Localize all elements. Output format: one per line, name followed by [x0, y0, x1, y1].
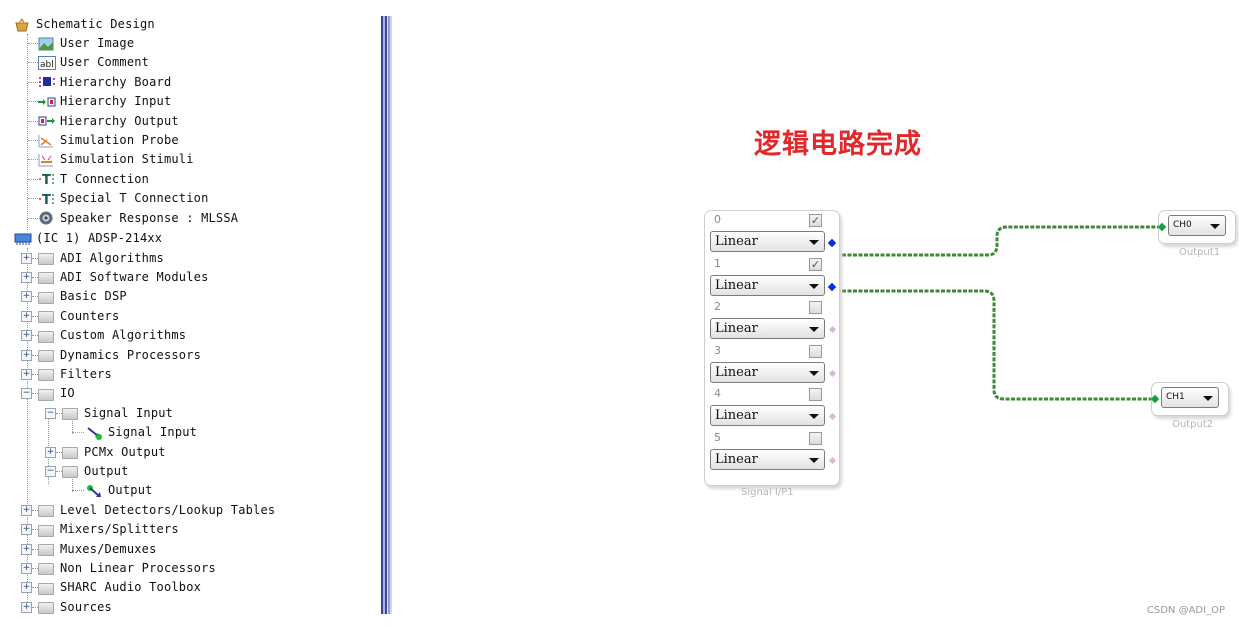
channel-index: 3	[714, 343, 721, 357]
channel-mode-dropdown[interactable]: Linear	[710, 231, 825, 252]
chevron-down-icon	[809, 370, 819, 376]
output1-channel-dropdown[interactable]: CH0	[1168, 215, 1226, 236]
channel-index: 0	[714, 213, 721, 226]
channel-index: 1	[714, 256, 721, 270]
channel-mode-dropdown[interactable]: Linear	[710, 449, 825, 470]
chevron-down-icon	[1210, 224, 1220, 229]
chevron-down-icon	[809, 414, 819, 420]
channel-output-pin[interactable]	[827, 238, 837, 248]
chevron-down-icon	[809, 240, 819, 245]
channel-output-pin[interactable]	[827, 282, 837, 291]
channel-enable-checkbox[interactable]	[809, 432, 822, 445]
channel-output-pin[interactable]	[828, 326, 837, 334]
output1-caption: Output1	[1179, 247, 1221, 258]
channel-mode-dropdown[interactable]: Linear	[710, 405, 825, 427]
chevron-down-icon	[1203, 396, 1213, 401]
channel-mode-dropdown[interactable]: Linear	[710, 318, 825, 340]
watermark: CSDN @ADI_OP	[1146, 605, 1225, 616]
output2-channel-dropdown[interactable]: CH1	[1161, 387, 1219, 408]
chevron-down-icon	[809, 283, 819, 289]
wire-ch1	[831, 289, 1155, 401]
channel-output-pin[interactable]	[828, 413, 837, 421]
chevron-down-icon	[809, 458, 819, 463]
wires-layer	[831, 225, 1162, 401]
channel-index: 2	[714, 300, 721, 314]
channel-enable-checkbox[interactable]	[809, 344, 822, 358]
chevron-down-icon	[809, 327, 819, 333]
channel-enable-checkbox[interactable]	[809, 388, 822, 402]
channel-index: 5	[714, 431, 721, 444]
channel-enable-checkbox[interactable]: ✓	[809, 214, 822, 227]
output2-block[interactable]: CH1	[1151, 382, 1229, 416]
channel-output-pin[interactable]	[828, 456, 837, 465]
output2-caption: Output2	[1172, 419, 1214, 430]
output1-block[interactable]: CH0	[1158, 210, 1236, 244]
channel-mode-dropdown[interactable]: Linear	[710, 274, 825, 296]
wire-ch0	[831, 225, 1162, 257]
channel-output-pin[interactable]	[828, 369, 837, 377]
channel-enable-checkbox[interactable]: ✓	[809, 257, 822, 271]
channel-mode-dropdown[interactable]: Linear	[710, 361, 825, 383]
channel-index: 4	[714, 387, 721, 401]
channel-enable-checkbox[interactable]	[809, 301, 822, 315]
signal-input-caption: Signal I/P1	[741, 487, 794, 498]
signal-input-block[interactable]: 0 ✓ Linear 1 ✓ Linear 2 Linear 3 Linear 4 Linear 5 Li…	[704, 210, 840, 486]
